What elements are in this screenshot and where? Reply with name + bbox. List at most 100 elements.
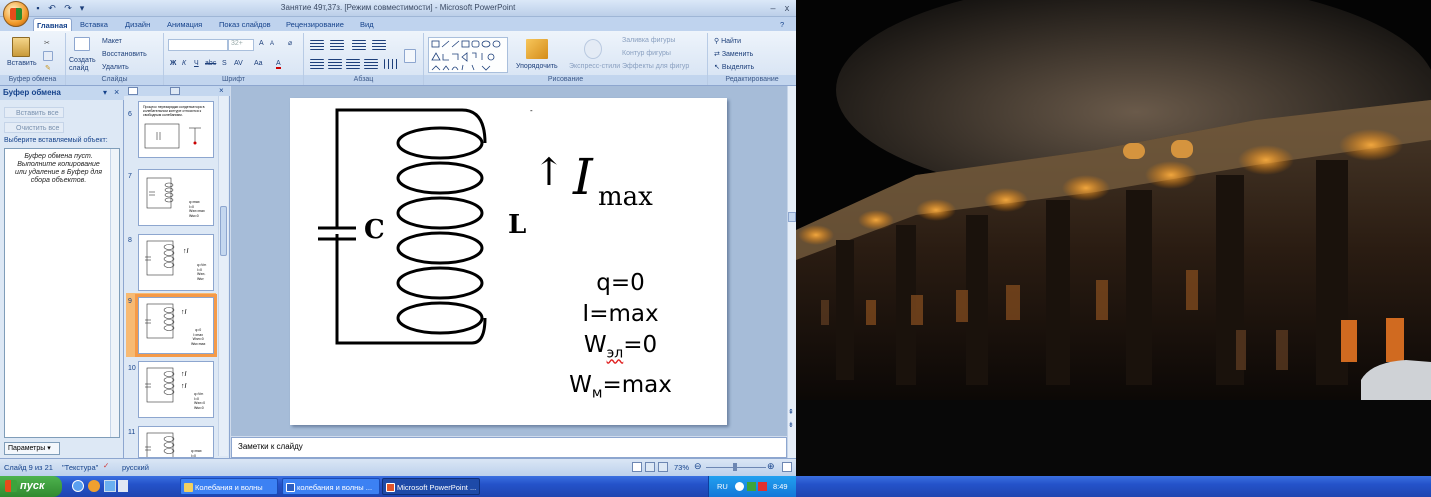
underline-button[interactable]: Ч [194, 60, 199, 67]
change-case-button[interactable]: Aa [254, 60, 263, 67]
shadow-button[interactable]: S [222, 60, 227, 67]
font-size-combo[interactable]: 32+ [228, 39, 254, 51]
slide-thumbnail-9[interactable]: ↑I q=0 I=max Wэл=0 Wм=max [135, 294, 217, 357]
slides-pane-scrollbar[interactable] [218, 96, 228, 456]
new-slide-icon[interactable] [74, 37, 90, 51]
bullets-icon[interactable] [310, 40, 324, 50]
language-indicator[interactable]: русский [122, 463, 149, 472]
new-slide-button[interactable]: Создать слайд [69, 57, 103, 73]
notes-field[interactable]: Заметки к слайду [231, 437, 787, 458]
browser-quicklaunch-icon[interactable] [88, 480, 100, 492]
editor-scrollbar[interactable]: ⇞ ⇟ [787, 86, 796, 458]
zoom-in-icon[interactable]: ⊕ [767, 461, 775, 472]
slide-thumbnail-10[interactable]: ↑I ↑I q=Vm I=0 Wэл=0 Wм=0 [138, 361, 214, 418]
tab-insert[interactable]: Вставка [77, 18, 111, 31]
zoom-level[interactable]: 73% [674, 463, 689, 472]
shape-effects-button[interactable]: Эффекты для фигур [622, 63, 689, 70]
replace-button[interactable]: ⇄ Заменить [714, 50, 753, 58]
shapes-gallery[interactable] [428, 37, 508, 73]
close-button[interactable]: x [780, 2, 794, 14]
grow-font-button[interactable]: A [259, 40, 264, 47]
numbering-icon[interactable] [330, 40, 344, 50]
align-left-icon[interactable] [310, 59, 324, 69]
line-spacing-icon[interactable] [372, 40, 386, 50]
taskbar-item-folder[interactable]: Колебания и волны [180, 478, 278, 495]
editor-scroll-thumb[interactable] [788, 212, 796, 222]
start-button[interactable]: пуск [0, 476, 62, 497]
clear-all-button[interactable]: Очистить все [4, 122, 64, 133]
shape-fill-button[interactable]: Заливка фигуры [622, 37, 675, 44]
ie-quicklaunch-icon[interactable] [72, 480, 84, 492]
desktop-quicklaunch-icon[interactable] [104, 480, 116, 492]
tray-antivirus-icon[interactable] [758, 482, 767, 491]
taskbar-item-powerpoint[interactable]: Microsoft PowerPoint ... [382, 478, 480, 495]
copy-icon[interactable] [43, 51, 53, 61]
fit-slide-icon[interactable] [782, 462, 792, 472]
quick-styles-button[interactable]: Экспресс-стили [569, 63, 620, 70]
select-button[interactable]: ↖ Выделить [714, 63, 754, 71]
tab-design[interactable]: Дизайн [122, 18, 153, 31]
tab-review[interactable]: Рецензирование [283, 18, 347, 31]
office-button[interactable] [3, 1, 29, 27]
justify-icon[interactable] [364, 59, 378, 69]
shape-outline-button[interactable]: Контур фигуры [622, 50, 671, 57]
slide-thumbnail-6[interactable]: Процесс перезарядки конденсатора в колеб… [138, 101, 214, 158]
normal-view-icon[interactable] [632, 462, 642, 472]
minimize-button[interactable]: – [766, 2, 780, 14]
arrange-button[interactable]: Упорядочить [516, 63, 558, 70]
slide-thumbnail-7[interactable]: q=max I=0 Wэл=max Wм=0 [138, 169, 214, 226]
scroll-thumb[interactable] [220, 206, 227, 256]
tab-home[interactable]: Главная [33, 18, 72, 31]
clipboard-items-list[interactable]: Буфер обмена пуст. Выполните копирование… [4, 148, 120, 438]
slideshow-view-icon[interactable] [658, 462, 668, 472]
clipboard-scrollbar[interactable] [110, 149, 119, 437]
shrink-font-button[interactable]: A [270, 41, 274, 47]
find-button[interactable]: ⚲ Найти [714, 37, 741, 45]
next-slide-icon[interactable]: ⇟ [788, 421, 794, 429]
taskbar-item-word[interactable]: колебания и волны ... [282, 478, 380, 495]
pane-close-icon[interactable]: × [114, 87, 119, 97]
indent-icon[interactable] [352, 40, 366, 50]
align-center-icon[interactable] [328, 59, 342, 69]
doc-quicklaunch-icon[interactable] [118, 480, 128, 492]
paste-icon[interactable] [12, 37, 30, 57]
tray-network-icon[interactable] [747, 482, 756, 491]
clear-format-icon[interactable]: ⌀ [288, 39, 292, 47]
spellcheck-icon[interactable]: ✓ [103, 461, 109, 470]
tray-app-icon[interactable] [735, 482, 744, 491]
font-color-button[interactable]: A [276, 60, 281, 69]
sorter-view-icon[interactable] [645, 462, 655, 472]
delete-slide-button[interactable]: Удалить [102, 64, 129, 71]
clock[interactable]: 8:49 [773, 476, 788, 497]
options-button[interactable]: Параметры ▾ [4, 442, 60, 455]
outline-tab-icon[interactable] [170, 87, 180, 95]
prev-slide-icon[interactable]: ⇞ [788, 408, 794, 416]
reset-button[interactable]: Восстановить [102, 51, 147, 58]
layout-button[interactable]: Макет [102, 38, 122, 45]
text-direction-icon[interactable] [404, 49, 416, 63]
slide-thumbnail-11[interactable]: q=max I=0 [138, 426, 214, 458]
slides-tab-icon[interactable] [128, 87, 138, 95]
strikethrough-button[interactable]: abc [205, 60, 216, 67]
quick-styles-icon[interactable] [584, 39, 602, 59]
slide-thumbnail-8[interactable]: ↑I q=Vm I=0 Wэл↓ Wм↑ [138, 234, 214, 291]
char-spacing-button[interactable]: AV [234, 60, 243, 67]
align-right-icon[interactable] [346, 59, 360, 69]
cut-icon[interactable]: ✂ [44, 39, 50, 47]
tab-view[interactable]: Вид [357, 18, 377, 31]
zoom-slider-thumb[interactable] [733, 463, 737, 471]
language-indicator-tray[interactable]: RU [717, 476, 728, 497]
tab-slideshow[interactable]: Показ слайдов [216, 18, 274, 31]
current-slide[interactable]: C L - ↑ I max q=0 I=max Wэл=0 Wм=max [290, 98, 727, 425]
format-painter-icon[interactable]: ✎ [45, 64, 51, 72]
zoom-out-icon[interactable]: ⊖ [694, 461, 702, 472]
close-pane-icon[interactable]: × [219, 86, 224, 95]
arrange-icon[interactable] [526, 39, 548, 59]
paste-all-button[interactable]: Вставить все [4, 107, 64, 118]
paste-button[interactable]: Вставить [7, 60, 37, 67]
tab-animation[interactable]: Анимация [164, 18, 205, 31]
font-name-combo[interactable] [168, 39, 228, 51]
help-icon[interactable]: ? [780, 18, 784, 31]
bold-button[interactable]: Ж [170, 60, 176, 67]
columns-icon[interactable] [384, 59, 398, 69]
